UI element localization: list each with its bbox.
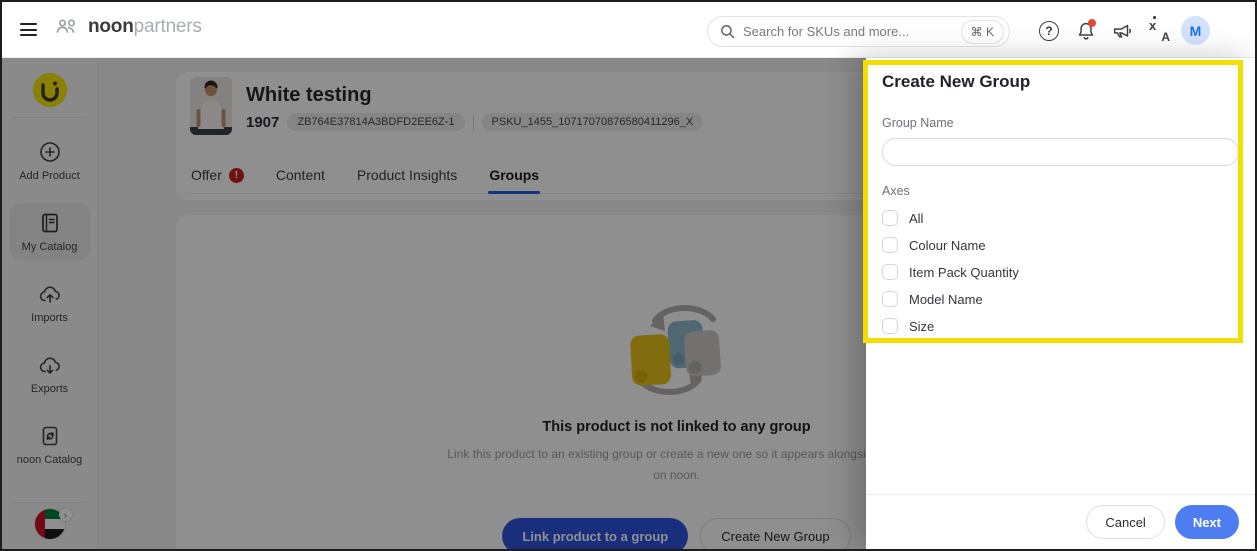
checkbox-size[interactable] [882, 318, 898, 334]
axes-options: All Colour Name Item Pack Quantity Model… [882, 210, 1239, 334]
checkbox-label: Item Pack Quantity [909, 265, 1019, 280]
avatar[interactable]: M [1181, 16, 1210, 45]
brand-text: noonpartners [88, 16, 202, 38]
checkbox-label: Size [909, 319, 934, 334]
drawer-footer: Cancel Next [866, 494, 1255, 549]
axes-option-colour-name[interactable]: Colour Name [882, 237, 1239, 253]
drawer-title: Create New Group [882, 72, 1239, 92]
axes-option-size[interactable]: Size [882, 318, 1239, 334]
search-input[interactable] [743, 24, 961, 39]
checkbox-label: Model Name [909, 292, 983, 307]
language-button[interactable]: x A [1146, 18, 1172, 44]
checkbox-colour-name[interactable] [882, 237, 898, 253]
search-icon [720, 24, 735, 39]
group-name-label: Group Name [882, 116, 1239, 130]
cancel-button[interactable]: Cancel [1086, 505, 1164, 539]
top-header: noonpartners ⌘ K ? [2, 2, 1255, 58]
megaphone-icon [1111, 20, 1133, 42]
help-icon: ? [1039, 21, 1059, 41]
keyboard-shortcut-badge: ⌘ K [961, 20, 1004, 44]
brand-logo[interactable]: noonpartners [54, 16, 202, 38]
group-name-input[interactable] [882, 138, 1239, 166]
announcements-button[interactable] [1109, 18, 1135, 44]
hamburger-menu-icon[interactable] [20, 23, 37, 36]
checkbox-all[interactable] [882, 210, 898, 226]
notifications-button[interactable] [1073, 18, 1099, 44]
axes-option-item-pack-quantity[interactable]: Item Pack Quantity [882, 264, 1239, 280]
bell-icon [1075, 20, 1097, 42]
checkbox-model-name[interactable] [882, 291, 898, 307]
next-button[interactable]: Next [1175, 505, 1239, 539]
modal-overlay [2, 58, 866, 549]
translate-icon: x A [1148, 20, 1170, 42]
create-group-drawer: Create New Group Group Name Axes All Col… [866, 58, 1255, 549]
people-icon [54, 17, 80, 37]
checkbox-label: Colour Name [909, 238, 986, 253]
notification-dot [1088, 19, 1096, 27]
axes-label: Axes [882, 184, 1239, 198]
axes-option-all[interactable]: All [882, 210, 1239, 226]
help-button[interactable]: ? [1036, 18, 1062, 44]
checkbox-item-pack-quantity[interactable] [882, 264, 898, 280]
axes-option-model-name[interactable]: Model Name [882, 291, 1239, 307]
checkbox-label: All [909, 211, 923, 226]
search-bar[interactable]: ⌘ K [707, 16, 1010, 47]
app-window: noonpartners ⌘ K ? [0, 0, 1257, 551]
